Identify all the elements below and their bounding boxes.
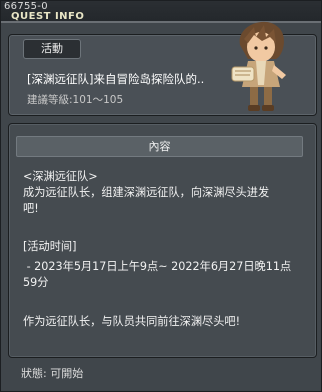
content-line: - 2023年5月17日上午9点~ 2022年6月27日晚11点: [23, 260, 292, 273]
content-line: 59分: [23, 276, 49, 289]
content-line: 作为远征队长，与队员共同前往深渊尽头吧!: [23, 315, 241, 328]
content-header: 內容: [16, 136, 303, 157]
quest-name: [深渊远征队]来自冒险岛探险队的..: [27, 72, 205, 86]
quest-status: 狀態: 可開始: [21, 367, 84, 380]
npc-portrait-icon: [231, 21, 286, 111]
content-line: 成为远征队长，组建深渊远征队，向深渊尽头进发: [23, 186, 270, 199]
quest-info-window: 66755-0 QUEST INFO 活動 [深渊远征队]来自冒险岛探险队的..…: [0, 0, 322, 392]
content-line: 吧!: [23, 202, 39, 215]
event-badge: 活動: [23, 39, 81, 59]
content-line: <深渊远征队>: [23, 170, 98, 183]
content-line: [活动时间]: [23, 240, 77, 253]
recommended-level: 建議等級:101～105: [27, 94, 124, 106]
